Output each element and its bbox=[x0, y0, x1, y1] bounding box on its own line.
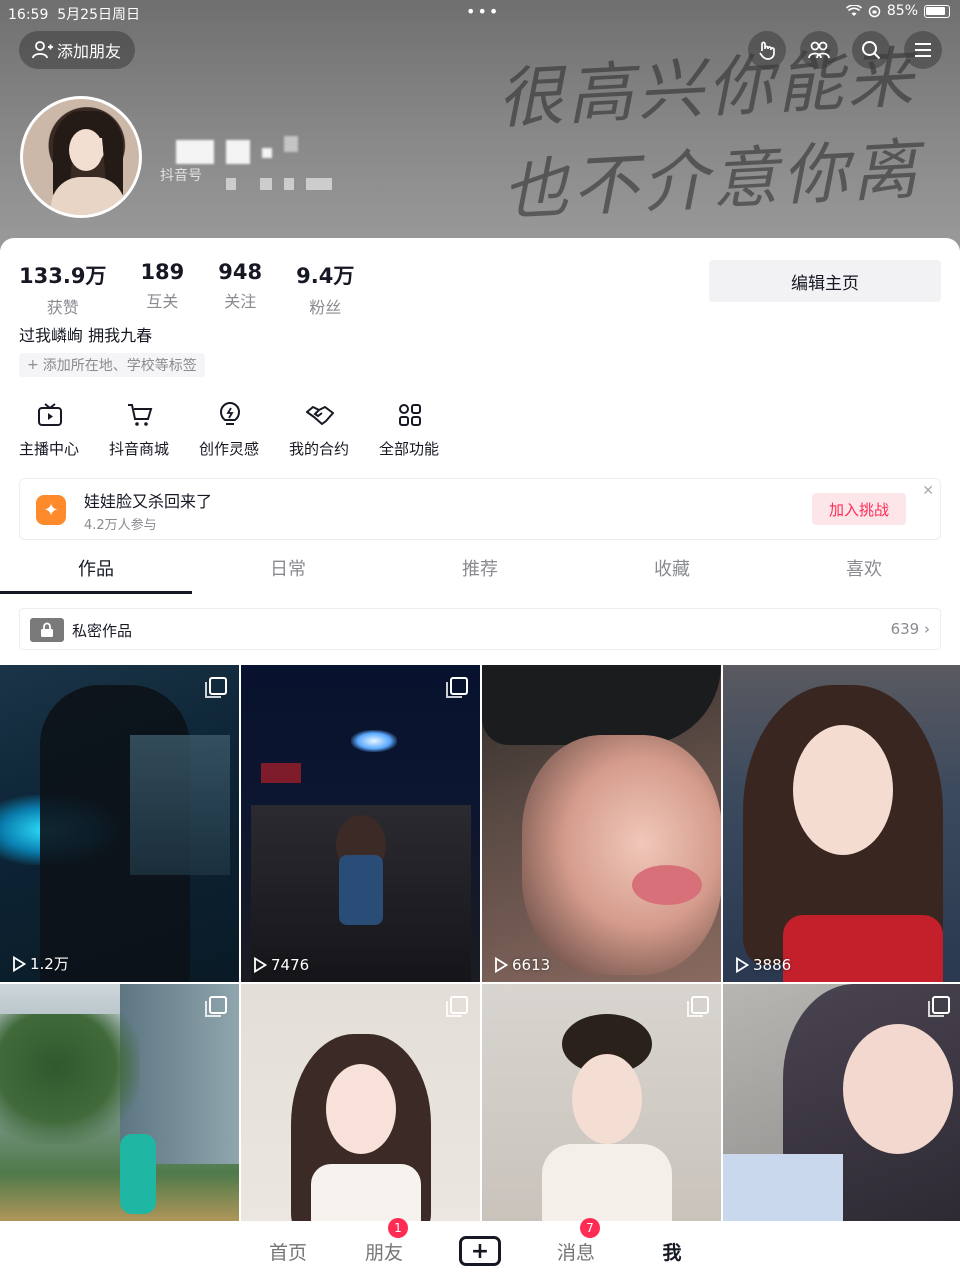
feature-shortcuts: 主播中心 抖音商城 创作灵感 我的合约 全部功能 bbox=[19, 400, 469, 459]
plus-icon: + bbox=[459, 1236, 501, 1266]
messages-badge: 7 bbox=[580, 1217, 600, 1238]
play-count: 3886 bbox=[735, 956, 791, 974]
multi-image-icon bbox=[446, 677, 468, 698]
works-grid: 1.2万 7476 6613 3886 bbox=[0, 665, 960, 1221]
nav-friends-label: 朋友 bbox=[364, 1241, 403, 1264]
feature-creation-inspiration[interactable]: 创作灵感 bbox=[199, 400, 289, 459]
cart-icon bbox=[128, 404, 153, 426]
challenge-participants: 4.2万人参与 bbox=[84, 518, 157, 533]
add-friend-label: 添加朋友 bbox=[57, 42, 122, 61]
stat-followers[interactable]: 9.4万 粉丝 bbox=[296, 260, 354, 318]
lock-rotation-icon bbox=[868, 5, 881, 17]
menu-button[interactable] bbox=[904, 31, 942, 69]
profile-banner: 很高兴你能来 也不介意你离开 16:59 5月25日周日 ••• 85% 添加朋… bbox=[0, 0, 960, 260]
close-icon[interactable]: ✕ bbox=[922, 483, 934, 499]
tv-icon bbox=[38, 403, 62, 426]
avatar[interactable] bbox=[20, 96, 142, 218]
search-button[interactable] bbox=[852, 31, 890, 69]
private-works-count: 639 › bbox=[890, 620, 930, 638]
play-count: 6613 bbox=[494, 956, 550, 974]
wifi-icon bbox=[845, 5, 862, 16]
play-icon bbox=[495, 957, 508, 973]
video-thumbnail[interactable]: 6613 bbox=[482, 665, 721, 982]
friends-badge: 1 bbox=[388, 1217, 408, 1238]
add-user-icon bbox=[32, 41, 53, 59]
nav-me[interactable]: 我 bbox=[624, 1238, 720, 1265]
add-tag-button[interactable]: + 添加所在地、学校等标签 bbox=[19, 353, 205, 377]
tab-recommended[interactable]: 推荐 bbox=[384, 554, 576, 594]
handshake-icon bbox=[306, 406, 334, 425]
feature-all-functions[interactable]: 全部功能 bbox=[379, 400, 469, 459]
bulb-icon bbox=[219, 402, 241, 425]
status-right: 85% bbox=[845, 3, 950, 19]
sparkle-icon: ✦ bbox=[36, 495, 66, 525]
nav-messages-label: 消息 bbox=[556, 1241, 595, 1264]
nav-create[interactable]: + bbox=[432, 1236, 528, 1266]
nav-friends[interactable]: 朋友 1 bbox=[336, 1217, 432, 1265]
profile-bio: 过我嶙峋 拥我九春 bbox=[19, 326, 153, 345]
edit-profile-button[interactable]: 编辑主页 bbox=[709, 260, 941, 302]
private-works-label: 私密作品 bbox=[72, 622, 133, 640]
play-icon bbox=[736, 957, 749, 973]
feature-streamer-center[interactable]: 主播中心 bbox=[19, 400, 109, 459]
stat-following[interactable]: 948 关注 bbox=[218, 260, 262, 318]
video-thumbnail[interactable]: 3886 bbox=[723, 665, 960, 982]
battery-percent: 85% bbox=[886, 3, 918, 19]
stat-mutual[interactable]: 189 互关 bbox=[140, 260, 184, 318]
profile-stats: 133.9万 获赞 189 互关 948 关注 9.4万 粉丝 bbox=[19, 260, 388, 318]
douyin-id-label: 抖音号 bbox=[160, 168, 202, 184]
challenge-banner[interactable]: ✦ 娃娃脸又杀回来了 4.2万人参与 加入挑战 ✕ bbox=[19, 478, 941, 540]
nav-home[interactable]: 首页 bbox=[240, 1238, 336, 1265]
video-thumbnail[interactable] bbox=[241, 984, 480, 1221]
lock-icon bbox=[30, 618, 64, 642]
add-friend-button[interactable]: 添加朋友 bbox=[19, 31, 136, 69]
multi-image-icon bbox=[205, 996, 227, 1017]
play-count: 7476 bbox=[253, 956, 309, 974]
menu-icon bbox=[915, 43, 931, 57]
video-thumbnail[interactable] bbox=[723, 984, 960, 1221]
challenge-title: 娃娃脸又杀回来了 bbox=[84, 492, 213, 511]
visitor-button[interactable] bbox=[748, 31, 786, 69]
profile-card: 133.9万 获赞 189 互关 948 关注 9.4万 粉丝 编辑主页 过我嶙峋 拥我… bbox=[0, 238, 960, 1280]
tab-daily[interactable]: 日常 bbox=[192, 554, 384, 594]
battery-icon bbox=[924, 4, 950, 18]
tab-works[interactable]: 作品 bbox=[0, 554, 192, 594]
join-challenge-button[interactable]: 加入挑战 bbox=[812, 493, 906, 525]
tab-favorites[interactable]: 收藏 bbox=[576, 554, 768, 594]
video-thumbnail[interactable] bbox=[0, 984, 239, 1221]
multi-image-icon bbox=[446, 996, 468, 1017]
add-tag-label: 添加所在地、学校等标签 bbox=[42, 358, 197, 374]
video-thumbnail[interactable]: 7476 bbox=[241, 665, 480, 982]
play-icon bbox=[254, 957, 267, 973]
plus-icon: + bbox=[27, 357, 39, 373]
multi-image-icon bbox=[928, 996, 950, 1017]
bottom-nav: 首页 朋友 1 + 消息 7 我 bbox=[0, 1217, 960, 1280]
people-icon bbox=[808, 41, 830, 59]
search-icon bbox=[862, 41, 881, 60]
multi-image-icon bbox=[205, 677, 227, 698]
nav-messages[interactable]: 消息 7 bbox=[528, 1217, 624, 1265]
grid-icon bbox=[399, 404, 421, 426]
friends-button[interactable] bbox=[800, 31, 838, 69]
status-bar: 16:59 5月25日周日 ••• 85% bbox=[0, 0, 960, 26]
private-works-row[interactable]: 私密作品 639 › bbox=[19, 608, 941, 650]
multitask-dots[interactable]: ••• bbox=[466, 2, 500, 21]
hand-pointer-icon bbox=[759, 41, 775, 60]
video-thumbnail[interactable] bbox=[482, 984, 721, 1221]
video-thumbnail[interactable]: 1.2万 bbox=[0, 665, 239, 982]
top-action-icons bbox=[748, 31, 942, 69]
username-blurred bbox=[176, 136, 306, 164]
status-time: 16:59 5月25日周日 bbox=[8, 7, 140, 23]
content-tabs: 作品 日常 推荐 收藏 喜欢 bbox=[0, 554, 960, 594]
play-icon bbox=[13, 955, 26, 972]
feature-my-contract[interactable]: 我的合约 bbox=[289, 400, 379, 459]
tab-likes[interactable]: 喜欢 bbox=[768, 554, 960, 594]
stat-likes[interactable]: 133.9万 获赞 bbox=[19, 260, 106, 318]
feature-douyin-mall[interactable]: 抖音商城 bbox=[109, 400, 199, 459]
multi-image-icon bbox=[687, 996, 709, 1017]
play-count: 1.2万 bbox=[12, 953, 69, 974]
